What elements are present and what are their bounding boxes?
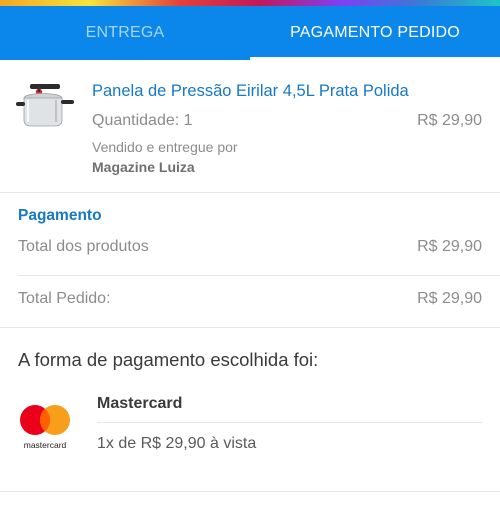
tab-pagamento-pedido[interactable]: PAGAMENTO PEDIDO bbox=[250, 6, 500, 60]
installment-info: 1x de R$ 29,90 à vista bbox=[97, 435, 257, 452]
card-brand-name: Mastercard bbox=[97, 395, 183, 412]
mastercard-logo-text: mastercard bbox=[24, 440, 67, 450]
order-product-item: Panela de Pressão Eirilar 4,5L Prata Pol… bbox=[0, 60, 500, 193]
checkout-tabs: ENTREGA PAGAMENTO PEDIDO bbox=[0, 6, 500, 60]
total-products-row: Total dos produtos R$ 29,90 bbox=[18, 238, 482, 262]
pressure-cooker-image bbox=[16, 84, 74, 127]
payment-section-title: Pagamento bbox=[18, 207, 102, 224]
mastercard-logo-icon: mastercard bbox=[20, 405, 70, 450]
card-divider bbox=[97, 422, 482, 423]
seller-name: Magazine Luiza bbox=[92, 159, 195, 175]
tab-entrega[interactable]: ENTREGA bbox=[0, 6, 250, 60]
bottom-divider bbox=[0, 491, 500, 492]
tab-pagamento-pedido-label: PAGAMENTO PEDIDO bbox=[290, 24, 460, 41]
product-quantity: Quantidade: 1 bbox=[92, 112, 193, 129]
product-name-link[interactable]: Panela de Pressão Eirilar 4,5L Prata Pol… bbox=[92, 82, 409, 101]
total-order-row: Total Pedido: R$ 29,90 bbox=[18, 290, 482, 314]
seller-label: Vendido e entregue por bbox=[92, 139, 238, 155]
total-order-value: R$ 29,90 bbox=[417, 290, 482, 307]
tab-entrega-label: ENTREGA bbox=[85, 24, 165, 41]
total-products-label: Total dos produtos bbox=[18, 238, 149, 255]
payment-method-heading: A forma de pagamento escolhida foi: bbox=[18, 349, 319, 370]
product-price: R$ 29,90 bbox=[417, 112, 482, 129]
summary-divider bbox=[18, 275, 500, 276]
total-order-label: Total Pedido: bbox=[18, 290, 111, 307]
payment-summary: Pagamento Total dos produtos R$ 29,90 To… bbox=[0, 193, 500, 328]
total-products-value: R$ 29,90 bbox=[417, 238, 482, 255]
